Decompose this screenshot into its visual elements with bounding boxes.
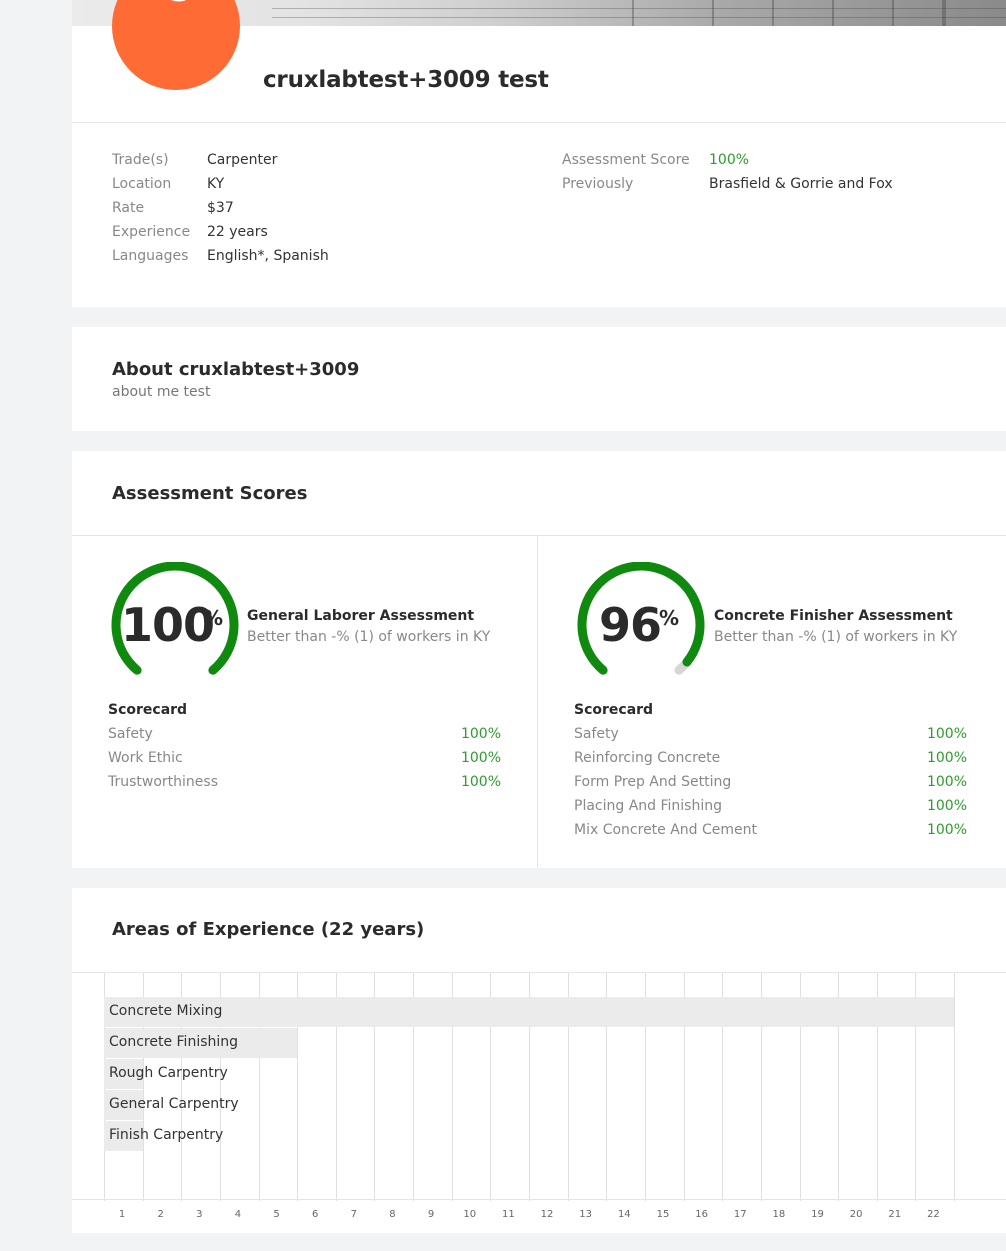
detail-label-rate: Rate (112, 200, 145, 216)
profile-header-card: C cruxlabtest+3009 test Trade(s) Carpent… (72, 0, 1006, 307)
experience-axis-tick: 14 (617, 1209, 631, 1220)
assessment-scores-card: Assessment Scores 100 % General Laborer … (72, 451, 1006, 868)
experience-axis-tick: 11 (502, 1209, 515, 1220)
assessment-comparison: Better than -% (1) of workers in KY (714, 629, 958, 645)
assessment-name: General Laborer Assessment (247, 608, 475, 624)
detail-value-experience: 22 years (207, 224, 268, 240)
assessment-panel-concrete-finisher: 96 % Concrete Finisher Assessment Better… (574, 536, 967, 868)
detail-label-assessment-score: Assessment Score (562, 152, 690, 168)
experience-axis-tick: 3 (196, 1209, 203, 1220)
scorecard-row-value: 100% (460, 774, 501, 790)
scorecard-row: Form Prep And Setting 100% (574, 774, 967, 794)
areas-of-experience-card: Areas of Experience (22 years) Concrete … (72, 888, 1006, 1233)
scorecard-row: Safety 100% (574, 726, 967, 746)
experience-axis-tick: 8 (389, 1209, 396, 1220)
about-text: about me test (112, 384, 211, 400)
experience-bar-label: Concrete Finishing (109, 1034, 239, 1050)
scorecard-row-value: 100% (460, 726, 501, 742)
assessment-column-divider (537, 536, 538, 868)
scorecard-row: Placing And Finishing 100% (574, 798, 967, 818)
header-divider (72, 122, 1006, 123)
experience-axis-tick: 20 (849, 1209, 863, 1220)
experience-title: Areas of Experience (22 years) (112, 919, 425, 940)
detail-value-languages: English*, Spanish (207, 248, 329, 264)
avatar: C (112, 0, 240, 90)
score-value: 96 (599, 598, 662, 652)
detail-label-location: Location (112, 176, 172, 192)
assessment-comparison: Better than -% (1) of workers in KY (247, 629, 491, 645)
scorecard-title: Scorecard (574, 702, 654, 718)
experience-axis-tick: 16 (695, 1209, 708, 1220)
scorecard-row-label: Mix Concrete And Cement (574, 822, 758, 838)
detail-label-languages: Languages (112, 248, 189, 264)
experience-bar (104, 997, 955, 1027)
scorecard-row-label: Trustworthiness (108, 774, 219, 790)
score-percent-sign: % (659, 606, 680, 630)
score-gauge: 100 % (108, 562, 242, 688)
experience-axis-tick: 12 (540, 1209, 554, 1220)
detail-value-trades: Carpenter (207, 152, 278, 168)
scorecard-row-label: Work Ethic (108, 750, 183, 766)
scorecard-title: Scorecard (108, 702, 188, 718)
experience-bar-label: Rough Carpentry (109, 1065, 228, 1081)
scorecard-row: Work Ethic 100% (108, 750, 501, 770)
experience-axis-tick: 1 (118, 1209, 126, 1220)
scorecard-row-value: 100% (926, 798, 967, 814)
experience-axis-tick: 4 (234, 1209, 242, 1220)
experience-axis-tick: 18 (772, 1209, 786, 1220)
scorecard-row: Reinforcing Concrete 100% (574, 750, 967, 770)
score-gauge: 96 % (574, 562, 708, 688)
scorecard-row: Safety 100% (108, 726, 501, 746)
detail-label-previously: Previously (562, 176, 634, 192)
experience-bar-label: Finish Carpentry (109, 1127, 224, 1143)
chart-gridline (954, 973, 956, 1201)
experience-bar-label: General Carpentry (109, 1096, 239, 1112)
scorecard-row-value: 100% (460, 750, 501, 766)
about-title: About cruxlabtest+3009 (112, 359, 360, 380)
scorecard-row: Mix Concrete And Cement 100% (574, 822, 967, 842)
scorecard-row-value: 100% (926, 750, 967, 766)
detail-label-trades: Trade(s) (112, 152, 169, 168)
experience-axis-tick: 10 (463, 1209, 477, 1220)
experience-axis-tick: 21 (888, 1209, 902, 1220)
scorecard-row: Trustworthiness 100% (108, 774, 501, 794)
scorecard-row-label: Reinforcing Concrete (574, 750, 721, 766)
scorecard-row-label: Placing And Finishing (574, 798, 722, 814)
assessment-panel-general-laborer: 100 % General Laborer Assessment Better … (108, 536, 501, 868)
experience-axis-tick: 7 (350, 1209, 358, 1220)
detail-value-rate: $37 (207, 200, 234, 216)
scorecard-row-label: Safety (574, 726, 619, 742)
experience-axis-tick: 19 (811, 1209, 824, 1220)
detail-label-experience: Experience (112, 224, 191, 240)
experience-chart: Concrete Mixing Concrete Finishing Rough C… (72, 972, 1006, 1201)
experience-axis-tick: 2 (157, 1209, 164, 1220)
about-card: About cruxlabtest+3009 about me test (72, 327, 1006, 431)
scorecard-row-label: Form Prep And Setting (574, 774, 732, 790)
experience-axis-tick: 15 (656, 1209, 670, 1220)
scorecard-row-label: Safety (108, 726, 153, 742)
detail-value-previously: Brasfield & Gorrie and Fox (709, 176, 893, 192)
profile-name: cruxlabtest+3009 test (263, 67, 549, 93)
experience-axis-tick: 6 (312, 1209, 319, 1220)
detail-value-location: KY (207, 176, 225, 192)
experience-axis-tick: 22 (927, 1209, 940, 1220)
score-value: 100 (121, 598, 215, 652)
score-percent-sign: % (203, 606, 224, 630)
scorecard-row-value: 100% (926, 774, 967, 790)
scorecard-row-value: 100% (926, 726, 967, 742)
scorecard-row-value: 100% (926, 822, 967, 838)
assessment-section-title: Assessment Scores (112, 483, 308, 504)
experience-axis-tick: 17 (733, 1209, 747, 1220)
experience-axis-tick: 9 (427, 1209, 435, 1220)
experience-axis-tick: 13 (579, 1209, 593, 1220)
assessment-name: Concrete Finisher Assessment (714, 608, 953, 624)
experience-axis-tick: 5 (273, 1209, 280, 1220)
experience-bar-label: Concrete Mixing (109, 1003, 223, 1019)
detail-value-assessment-score: 100% (709, 152, 750, 168)
